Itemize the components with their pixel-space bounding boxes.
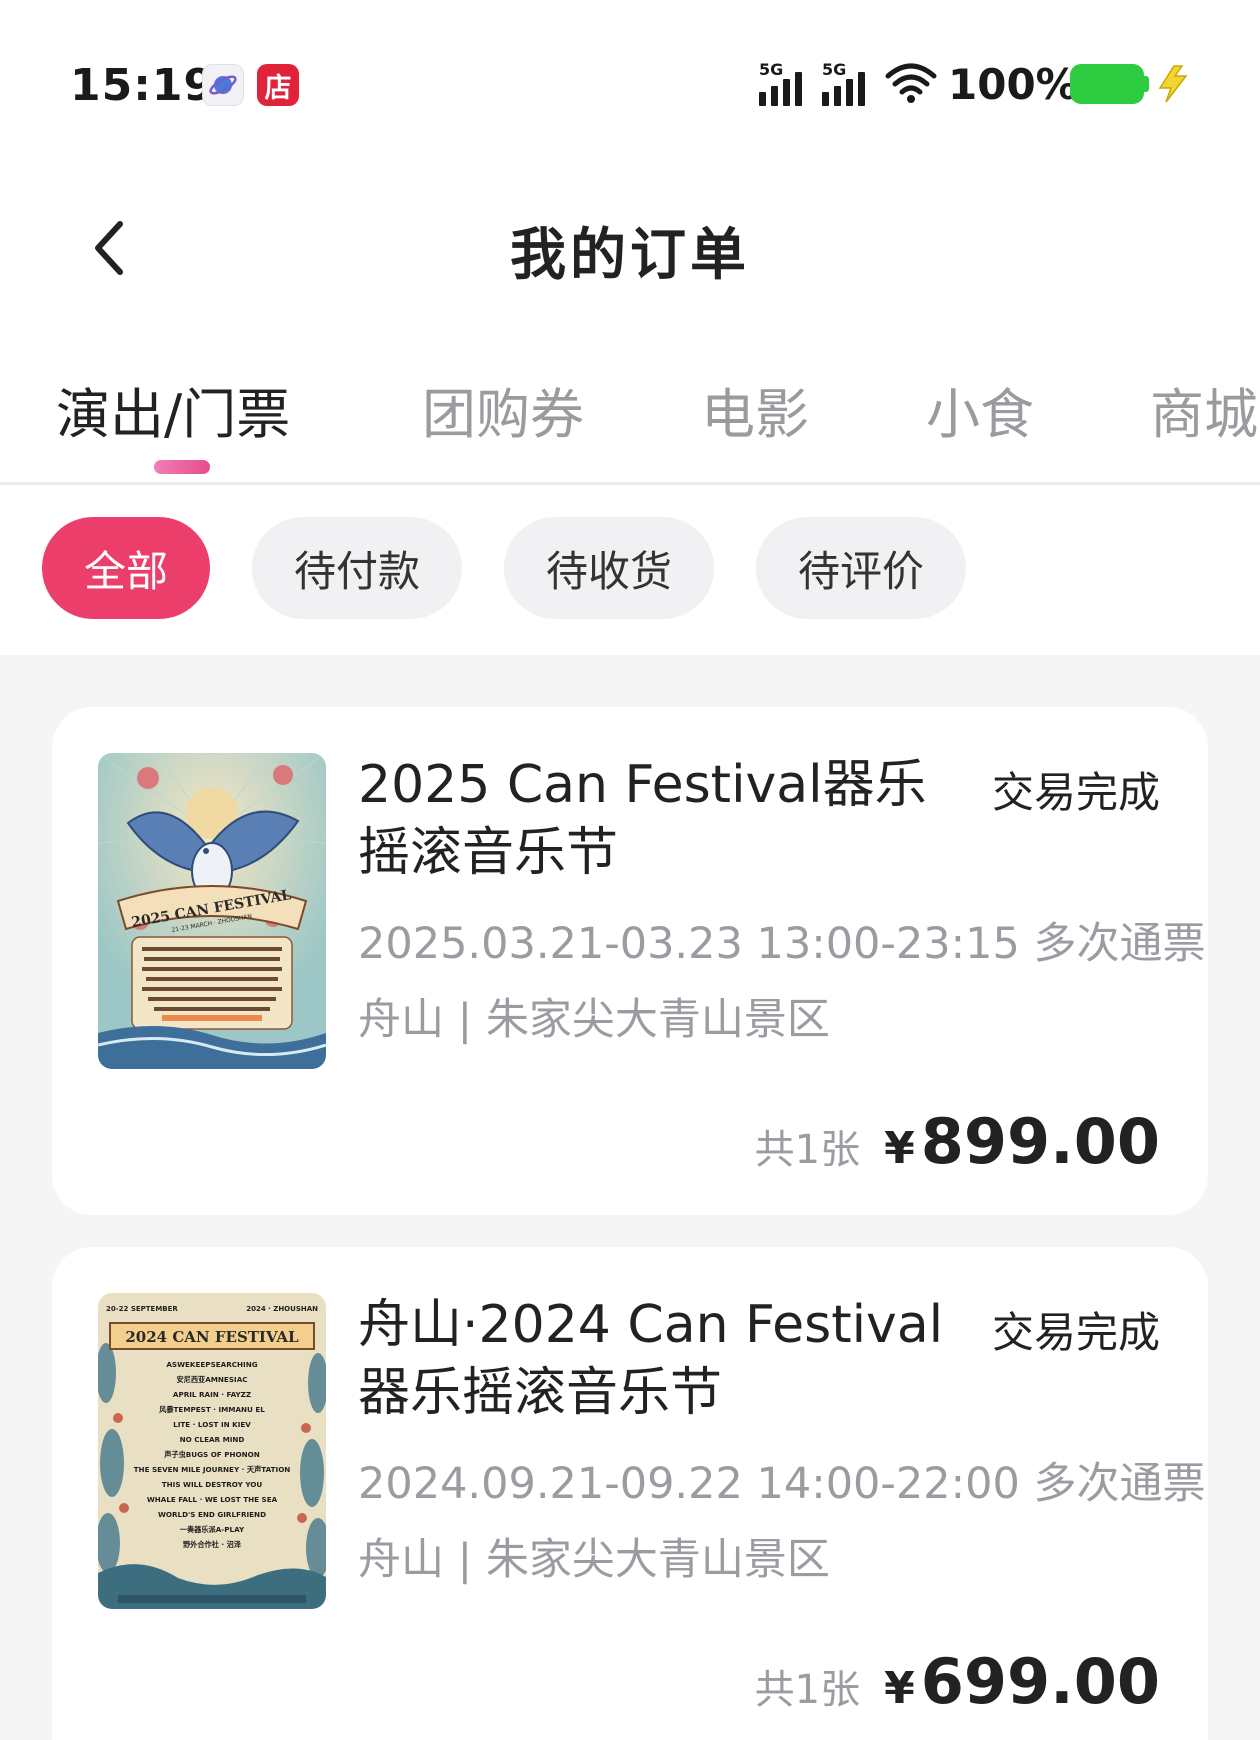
header-area: 15:19 店 5G 5G 100% 我的订单 演出/门票 团购券 电影 小食 … [0, 0, 1260, 655]
tab-mall[interactable]: 商城 [1150, 370, 1258, 449]
poster-lineup-line: THE SEVEN MILE JOURNEY · 天声TATION [134, 1465, 291, 1474]
category-tabs: 演出/门票 团购券 电影 小食 商城 [0, 370, 1260, 485]
order-status: 交易完成 [991, 1308, 1160, 1357]
order-time: 2024.09.21-09.22 14:00-22:00 多次通票 [358, 1459, 1206, 1509]
poster-header-left: 20-22 SEPTEMBER [106, 1305, 178, 1313]
poster-lineup-line: LITE · LOST IN KIEV [173, 1420, 251, 1429]
page-title: 我的订单 [510, 223, 750, 288]
tab-movies[interactable]: 电影 [701, 370, 809, 449]
order-card[interactable]: 2025 CAN FESTIVAL 21-23 MARCH · ZHOUSHAN… [52, 707, 1208, 1215]
ticket-count: 共1张 [754, 1127, 861, 1173]
tab-performance-tickets[interactable]: 演出/门票 [56, 370, 290, 449]
status-time: 15:19 [70, 60, 216, 111]
order-status: 交易完成 [991, 768, 1160, 817]
battery-icon [1070, 64, 1144, 104]
planet-app-icon [202, 64, 244, 106]
order-venue: 舟山 | 朱家尖大青山景区 [358, 1535, 830, 1585]
poster-lineup-line: 野外合作社 · 沼泽 [183, 1540, 242, 1549]
currency-symbol: ¥ [884, 1123, 915, 1174]
order-venue: 舟山 | 朱家尖大青山景区 [358, 995, 830, 1045]
tab-group-vouchers[interactable]: 团购券 [422, 370, 584, 449]
order-title: 舟山·2024 Can Festival器乐摇滚音乐节 [358, 1295, 944, 1423]
currency-symbol: ¥ [884, 1663, 915, 1714]
order-price: 699.00 [920, 1645, 1160, 1718]
filter-pending-receipt[interactable]: 待收货 [504, 517, 714, 619]
wifi-icon [885, 63, 937, 103]
poster-lineup-line: WORLD'S END GIRLFRIEND [158, 1510, 266, 1519]
battery-percent: 100% [948, 60, 1078, 109]
status-bar: 15:19 店 5G 5G 100% [0, 0, 1260, 170]
filter-all[interactable]: 全部 [42, 517, 210, 619]
filter-pending-payment[interactable]: 待付款 [252, 517, 462, 619]
order-card[interactable]: 20-22 SEPTEMBER 2024 · ZHOUSHAN 2024 CAN… [52, 1247, 1208, 1740]
filter-pending-review[interactable]: 待评价 [756, 517, 966, 619]
order-price: 899.00 [920, 1105, 1160, 1178]
event-poster-image: 2025 CAN FESTIVAL 21-23 MARCH · ZHOUSHAN [98, 753, 326, 1069]
poster-lineup-line: THIS WILL DESTROY YOU [162, 1480, 263, 1489]
order-title: 2025 Can Festival器乐摇滚音乐节 [358, 755, 927, 883]
signal-label: 5G [759, 60, 784, 79]
poster-lineup-line: NO CLEAR MIND [180, 1435, 245, 1444]
signal-label: 5G [822, 60, 847, 79]
poster-lineup-line: ASWEKEEPSEARCHING [166, 1360, 257, 1369]
signal-5g-icon: 5G [820, 60, 874, 106]
poster-header-right: 2024 · ZHOUSHAN [246, 1305, 318, 1313]
poster-lineup-line: 声子虫BUGS OF PHONON [163, 1450, 260, 1459]
shop-app-icon: 店 [257, 64, 299, 106]
active-tab-indicator [154, 460, 210, 474]
order-price-row: 共1张 ¥ 899.00 [755, 1105, 1160, 1178]
order-time: 2025.03.21-03.23 13:00-23:15 多次通票 [358, 919, 1206, 969]
tabs-divider [0, 482, 1260, 485]
charging-bolt-icon [1158, 65, 1188, 103]
event-poster-image: 20-22 SEPTEMBER 2024 · ZHOUSHAN 2024 CAN… [98, 1293, 326, 1609]
poster-lineup-line: 风暴TEMPEST · IMMANU EL [159, 1405, 265, 1414]
battery-cap [1144, 76, 1149, 92]
signal-5g-icon: 5G [757, 60, 811, 106]
poster-lineup-line: 安尼西亚AMNESIAC [176, 1375, 247, 1384]
ticket-count: 共1张 [754, 1667, 861, 1713]
poster-lineup-line: 一奏器乐派A-PLAY [180, 1525, 245, 1534]
status-filters: 全部 待付款 待收货 待评价 [0, 517, 1260, 619]
poster-banner-text: 2024 CAN FESTIVAL [125, 1328, 299, 1346]
order-price-row: 共1张 ¥ 699.00 [755, 1645, 1160, 1718]
navigation-bar: 我的订单 [0, 180, 1260, 310]
tab-snacks[interactable]: 小食 [926, 370, 1034, 449]
poster-lineup-line: APRIL RAIN · FAYZZ [173, 1390, 251, 1399]
poster-lineup-line: WHALE FALL · WE LOST THE SEA [147, 1495, 278, 1504]
